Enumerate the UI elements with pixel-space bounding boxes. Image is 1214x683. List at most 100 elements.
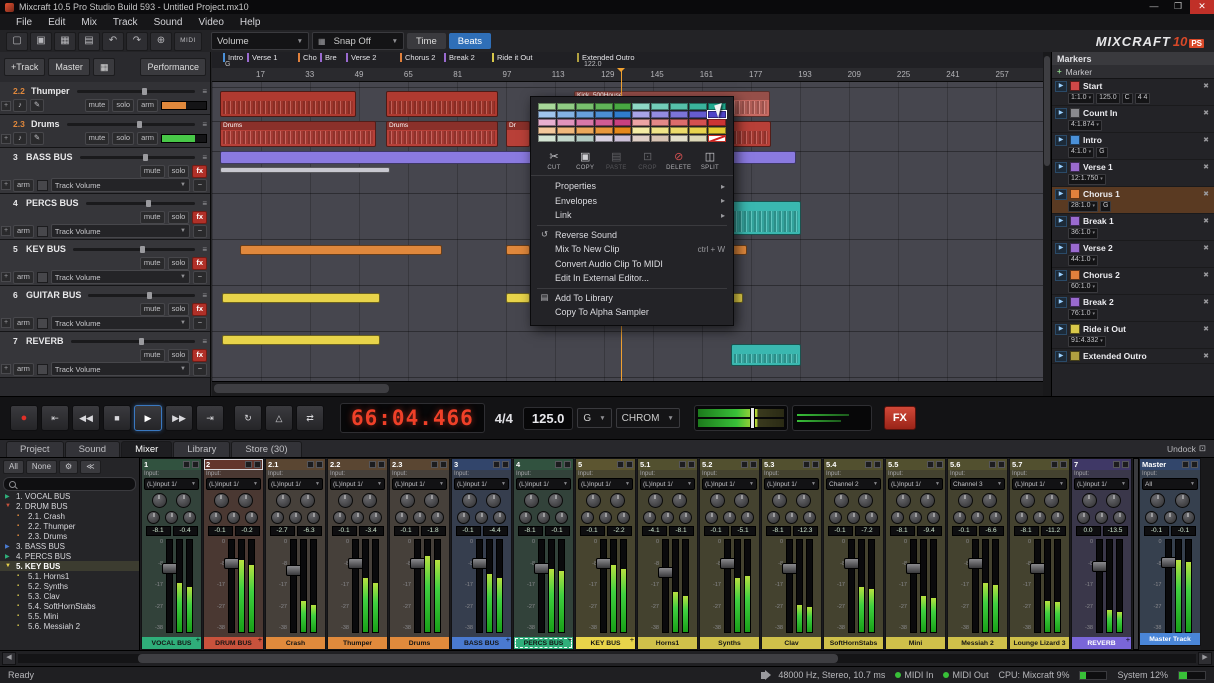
track-expand-button[interactable]: + [1,318,11,328]
eq-low-knob[interactable] [927,511,940,524]
split-action-button[interactable]: ◫SPLIT [696,151,724,171]
audio-clip[interactable] [506,293,530,303]
eq-high-knob[interactable] [1077,511,1090,524]
time-mode-button[interactable]: Time [407,33,446,49]
volume-fader[interactable] [972,539,979,633]
pan-knob[interactable] [1044,493,1059,508]
color-swatch[interactable] [614,127,632,134]
context-menu-item-link[interactable]: Link▸ [531,208,733,223]
strip-monitor-icon[interactable] [812,461,819,468]
add-send-icon[interactable]: + [568,637,572,644]
master-track-button[interactable]: Master [48,58,90,76]
eq-low-knob[interactable] [803,511,816,524]
marker-name[interactable]: Chorus 2 [1083,270,1198,280]
strip-header[interactable]: 5.2 [700,459,759,470]
audio-clip[interactable]: Drums [386,121,498,147]
marker-item[interactable]: ▶Verse 1✖12:1.750▾ [1052,160,1214,187]
track-menu-icon[interactable]: ≡ [202,120,207,129]
input-select[interactable]: (L)Input 1/▼ [888,478,943,490]
marker-color-swatch[interactable] [1070,81,1080,91]
strip-arm-icon[interactable] [369,461,376,468]
track-volume-select[interactable]: Track Volume▼ [51,270,190,284]
marker-field[interactable]: G [1096,147,1107,158]
timeline-marker-label[interactable]: Ride it Out [492,53,532,62]
track-name[interactable]: KEY BUS [26,244,66,254]
strip-nameplate[interactable]: DRUM BUS+ [204,637,263,649]
beats-mode-button[interactable]: Beats [449,33,491,49]
pan-knob[interactable] [982,493,997,508]
performance-button[interactable]: Performance [140,58,206,76]
marker-play-button[interactable]: ▶ [1055,81,1067,92]
track-volume-slider[interactable] [71,340,196,343]
track-volume-slider[interactable] [77,90,196,93]
marker-delete-button[interactable]: ✖ [1201,352,1211,360]
strip-nameplate[interactable]: BASS BUS+ [452,637,511,649]
color-swatch[interactable] [595,111,613,118]
strip-arm-icon[interactable] [1051,461,1058,468]
strip-arm-icon[interactable] [803,461,810,468]
context-menu-item-mix-to-new-clip[interactable]: Mix To New Clipctrl + W [531,242,733,257]
automation-color-swatch[interactable] [37,364,48,375]
arm-button[interactable]: arm [13,271,34,284]
marker-field[interactable]: 91:4.332▾ [1068,336,1106,347]
strip-header[interactable]: 5.7 [1010,459,1069,470]
send-knob[interactable] [648,493,663,508]
context-menu-item-reverse-sound[interactable]: ↺Reverse Sound [531,228,733,243]
marker-play-button[interactable]: ▶ [1055,162,1067,173]
color-swatch[interactable] [651,103,669,110]
eq-mid-knob[interactable] [785,511,798,524]
mixer-tree-item[interactable]: ▪5.1. Horns1 [0,571,139,581]
add-track-button[interactable]: +Track [4,58,45,76]
track-expand-button[interactable]: + [1,180,11,190]
solo-button[interactable]: solo [168,211,190,224]
marker-name[interactable]: Break 2 [1083,297,1198,307]
color-swatch[interactable] [557,127,575,134]
scrollbar-thumb[interactable] [1044,56,1050,166]
track-name[interactable]: BASS BUS [26,152,73,162]
mixer-tree-item[interactable]: ▶3. BASS BUS [0,541,139,551]
strip-arm-icon[interactable] [1182,461,1189,468]
track-menu-icon[interactable]: ≡ [202,337,207,346]
volume-fader[interactable] [662,539,669,633]
color-swatch[interactable] [538,111,556,118]
slider-handle[interactable] [140,246,145,253]
stop-button[interactable]: ■ [103,405,131,431]
mixer-horizontal-scrollbar[interactable]: ◀ ▶ [0,650,1214,666]
pan-knob[interactable] [548,493,563,508]
input-select[interactable]: (L)Input 1/▼ [392,478,447,490]
strip-nameplate[interactable]: Thumper [328,637,387,649]
input-select[interactable]: (L)Input 1/▼ [144,478,199,490]
track-volume-slider[interactable] [86,202,196,205]
audio-clip[interactable]: Drums [220,121,376,147]
solo-button[interactable]: solo [168,257,190,270]
eq-high-knob[interactable] [1145,511,1158,524]
audio-clip[interactable] [222,335,380,345]
mixer-tree-item[interactable]: ▶1. VOCAL BUS [0,491,139,501]
track-expand-button[interactable]: + [1,364,11,374]
close-button[interactable]: ✕ [1190,0,1214,14]
send-knob[interactable] [834,493,849,508]
input-select[interactable]: (L)Input 1/▼ [516,478,571,490]
strip-header[interactable]: 5.5 [886,459,945,470]
mixer-tree-item[interactable]: ▼2. DRUM BUS [0,501,139,511]
input-select[interactable]: Channel 2▼ [826,478,881,490]
timeline-marker-label[interactable]: Verse 1 [247,53,277,62]
minimize-button[interactable]: — [1142,0,1166,14]
strip-nameplate[interactable]: Synths [700,637,759,649]
punch-button[interactable]: ⇄ [296,405,324,431]
strip-arm-icon[interactable] [245,461,252,468]
input-select[interactable]: (L)Input 1/▼ [454,478,509,490]
mixer-tree-item[interactable]: ▪5.5. Mini [0,611,139,621]
track-name[interactable]: Drums [31,119,60,129]
eq-low-knob[interactable] [245,511,258,524]
input-select[interactable]: Channel 3▼ [950,478,1005,490]
solo-button[interactable]: solo [168,303,190,316]
marker-name[interactable]: Start [1083,81,1198,91]
track-row-2.2[interactable]: +2.2Thumper≡♪✎mutesoloarm [0,82,210,115]
monitor-icon[interactable]: ♪ [13,99,27,112]
pan-knob[interactable] [238,493,253,508]
color-swatch[interactable] [708,127,726,134]
tree-collapsed-icon[interactable]: ▶ [5,493,13,500]
scrollbar-thumb[interactable] [138,654,838,663]
eq-mid-knob[interactable] [599,511,612,524]
